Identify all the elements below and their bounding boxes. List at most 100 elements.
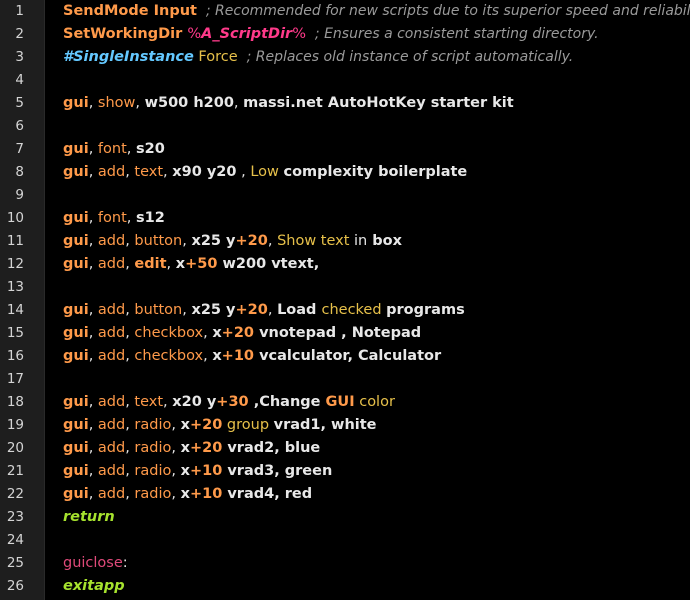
- code-token: #SingleInstance: [63, 49, 194, 65]
- line-number: 18: [6, 394, 24, 410]
- code-token: text: [134, 164, 164, 180]
- code-token: gui: [63, 486, 89, 502]
- code-token: ,: [88, 256, 98, 272]
- code-token: ,: [88, 164, 98, 180]
- line-number: 3: [15, 49, 24, 65]
- code-token: ,: [126, 141, 136, 157]
- code-token: add: [97, 256, 126, 272]
- code-line[interactable]: gui, add, button, x25 y+20, Show text in…: [63, 230, 402, 253]
- code-line[interactable]: gui, add, button, x25 y+20, Load checked…: [63, 299, 465, 322]
- code-token: x90 y20: [172, 164, 237, 180]
- code-token: x: [180, 440, 190, 456]
- code-token: 50: [197, 256, 218, 272]
- code-line[interactable]: gui, add, radio, x+20 vrad2, blue: [63, 437, 320, 460]
- code-token: button: [134, 233, 183, 249]
- code-token: ; Recommended for new scripts due to its…: [196, 3, 690, 19]
- code-line[interactable]: guiclose:: [63, 552, 128, 575]
- code-token: ,: [203, 348, 213, 364]
- code-token: gui: [63, 256, 89, 272]
- line-number: 6: [15, 118, 24, 134]
- code-token: ,: [171, 486, 181, 502]
- code-token: x: [212, 325, 222, 341]
- code-token: ,: [88, 440, 98, 456]
- code-line[interactable]: gui, add, text, x90 y20 , Low complexity…: [63, 161, 467, 184]
- code-token: ,: [236, 164, 251, 180]
- code-line[interactable]: gui, add, checkbox, x+20 vnotepad , Note…: [63, 322, 421, 345]
- code-token: Force: [193, 49, 238, 65]
- code-token: edit: [134, 256, 167, 272]
- code-token: ,: [88, 348, 98, 364]
- code-token: ,: [163, 164, 173, 180]
- code-token: ,: [88, 210, 98, 226]
- code-token: ,: [126, 210, 136, 226]
- code-token: gui: [63, 302, 89, 318]
- code-token: color: [354, 394, 395, 410]
- code-token: gui: [63, 348, 89, 364]
- code-token: vcalculator, Calculator: [254, 348, 442, 364]
- code-area[interactable]: SendMode Input ; Recommended for new scr…: [44, 0, 690, 600]
- code-token: ,: [88, 417, 98, 433]
- code-token: group: [222, 417, 274, 433]
- code-token: ,: [171, 417, 181, 433]
- line-number: 13: [6, 279, 24, 295]
- code-token: in: [354, 233, 368, 249]
- code-token: ,: [88, 463, 98, 479]
- code-line[interactable]: gui, font, s20: [63, 138, 165, 161]
- code-line[interactable]: return: [63, 506, 115, 529]
- code-token: x: [180, 486, 190, 502]
- code-token: ,: [267, 302, 278, 318]
- code-token: add: [97, 164, 126, 180]
- code-token: checked: [321, 302, 387, 318]
- code-token: ,: [88, 141, 98, 157]
- code-line[interactable]: gui, add, text, x20 y+30 ,Change GUI col…: [63, 391, 395, 414]
- code-token: +: [216, 394, 229, 410]
- code-line[interactable]: gui, add, edit, x+50 w200 vtext,: [63, 253, 319, 276]
- code-line[interactable]: gui, add, radio, x+20 group vrad1, white: [63, 414, 377, 437]
- line-number: 2: [15, 26, 24, 42]
- code-token: x: [175, 256, 186, 272]
- code-token: w500 h200: [144, 95, 234, 111]
- line-number: 20: [6, 440, 24, 456]
- code-token: gui: [63, 417, 89, 433]
- code-token: return: [63, 509, 115, 525]
- code-token: radio: [134, 486, 172, 502]
- code-token: 20: [233, 325, 255, 341]
- code-token: add: [97, 417, 126, 433]
- code-token: x: [180, 463, 190, 479]
- line-number: 11: [6, 233, 24, 249]
- code-token: +: [185, 256, 198, 272]
- line-number: 24: [6, 532, 24, 548]
- line-number: 12: [6, 256, 24, 272]
- code-token: add: [97, 233, 126, 249]
- code-token: checkbox: [134, 348, 204, 364]
- code-token: gui: [63, 95, 89, 111]
- code-line[interactable]: #SingleInstance Force ; Replaces old ins…: [63, 46, 573, 69]
- code-line[interactable]: gui, add, checkbox, x+10 vcalculator, Ca…: [63, 345, 441, 368]
- code-token: add: [97, 325, 126, 341]
- code-line[interactable]: gui, font, s12: [63, 207, 165, 230]
- code-token: add: [97, 302, 126, 318]
- code-editor[interactable]: 1 2 3 4 5 6 7 8 9 10 11 12 13 14 15 16 17 18 19 20 21 22 23 24 2…: [0, 0, 690, 600]
- code-line[interactable]: exitapp: [63, 575, 125, 598]
- code-token: +: [189, 463, 203, 479]
- code-token: ,: [135, 95, 145, 111]
- code-token: SetWorkingDir: [63, 26, 188, 42]
- code-line[interactable]: gui, add, radio, x+10 vrad3, green: [63, 460, 332, 483]
- code-token: ,: [88, 394, 98, 410]
- code-token: ,: [88, 302, 98, 318]
- code-token: 20: [202, 440, 223, 456]
- code-token: programs: [386, 302, 465, 318]
- code-token: :: [122, 555, 128, 571]
- code-line[interactable]: SendMode Input ; Recommended for new scr…: [63, 0, 690, 23]
- code-line[interactable]: gui, add, radio, x+10 vrad4, red: [63, 483, 312, 506]
- code-token: ,: [163, 394, 173, 410]
- code-line[interactable]: gui, show, w500 h200, massi.net AutoHotK…: [63, 92, 514, 115]
- line-number: 26: [6, 578, 24, 594]
- code-token: +: [221, 325, 234, 341]
- code-line[interactable]: SetWorkingDir %A_ScriptDir% ; Ensures a …: [63, 23, 599, 46]
- code-token: ,: [233, 95, 244, 111]
- code-token: ,: [88, 233, 98, 249]
- code-token: box: [367, 233, 402, 249]
- code-token: ,: [171, 463, 181, 479]
- code-token: 20: [247, 302, 268, 318]
